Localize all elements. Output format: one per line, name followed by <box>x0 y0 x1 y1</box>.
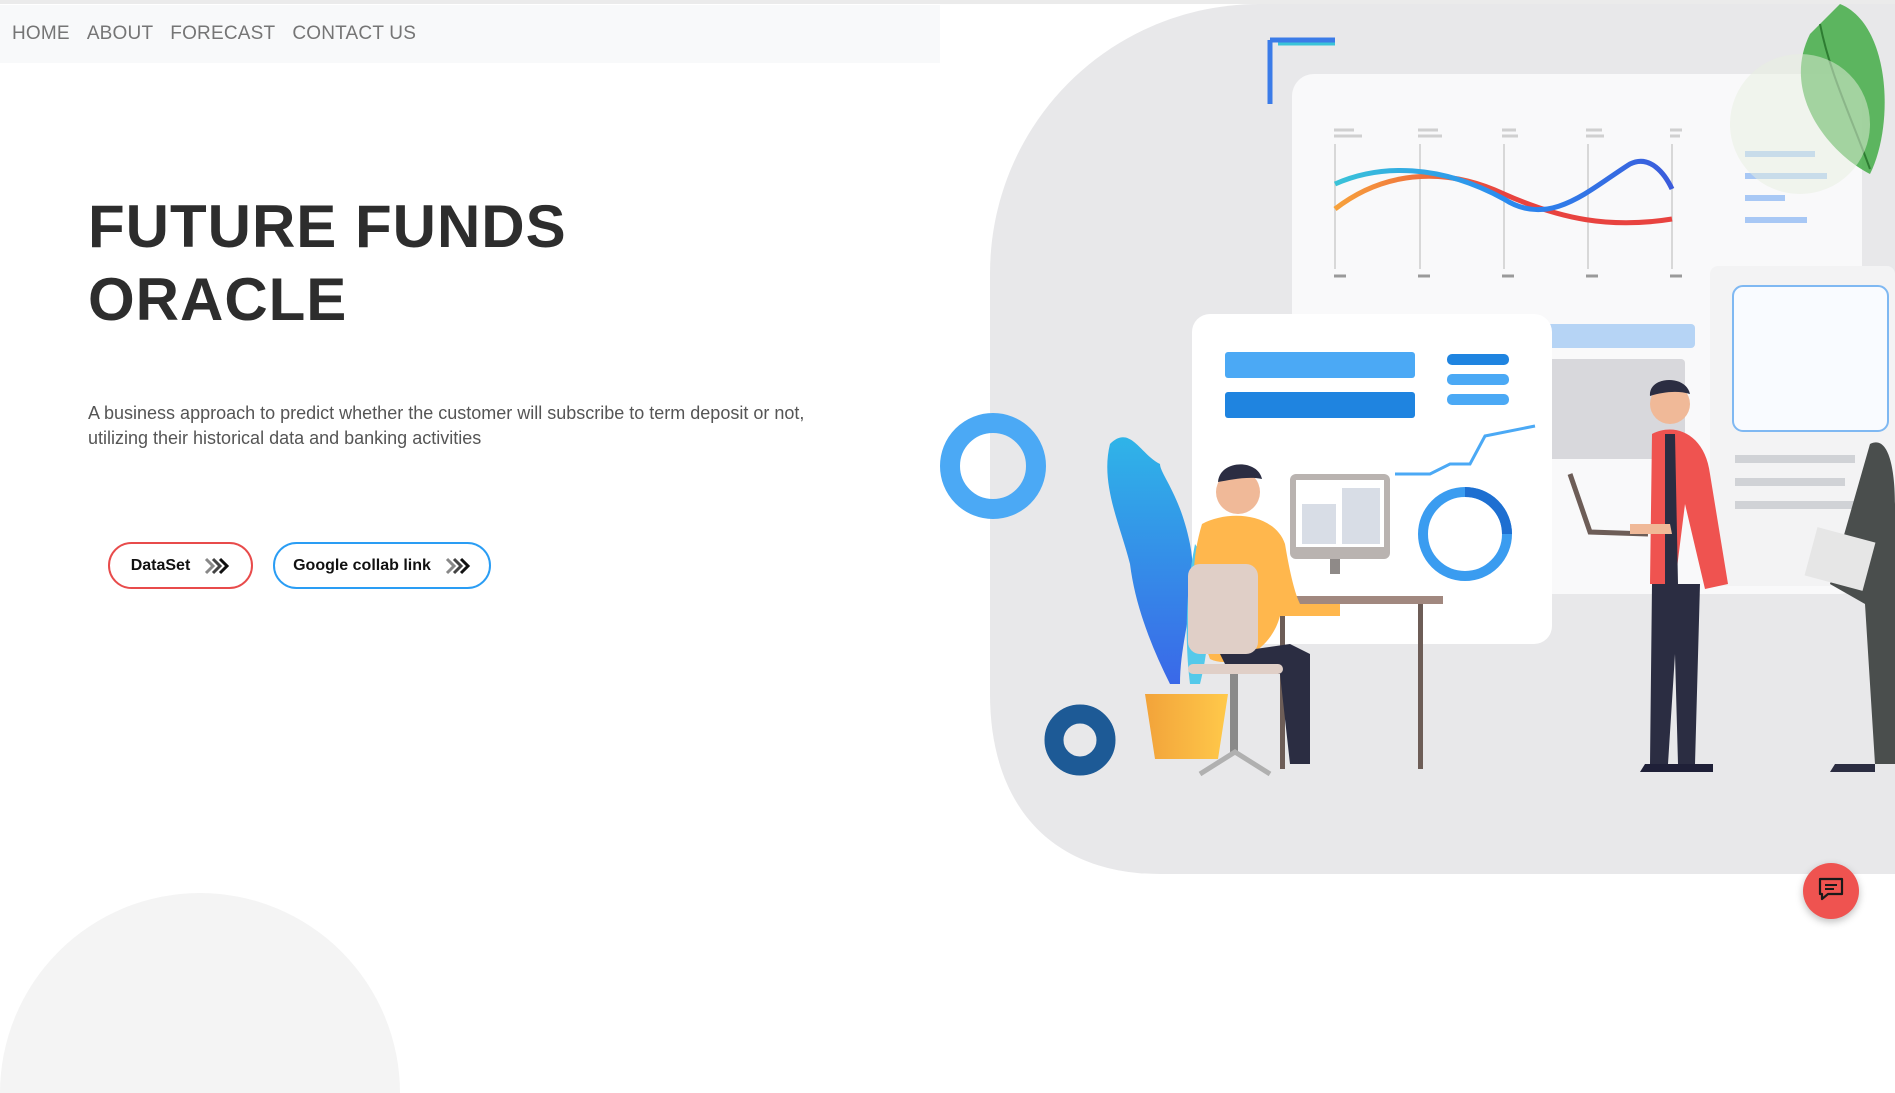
nav-about-link[interactable]: ABOUT <box>87 23 153 45</box>
hero-title-line2: ORACLE <box>88 266 348 333</box>
nav-forecast-link[interactable]: FORECAST <box>170 23 275 45</box>
chat-button[interactable] <box>1803 863 1859 919</box>
hero-description: A business approach to predict whether t… <box>88 403 805 448</box>
double-chevron-right-icon <box>445 557 471 575</box>
google-collab-button[interactable]: Google collab link <box>273 542 491 589</box>
chat-bubble-icon <box>1817 876 1845 907</box>
hero-title-line1: FUTURE FUNDS <box>88 193 567 260</box>
hero-title: FUTURE FUNDS ORACLE <box>88 190 728 336</box>
google-collab-button-label: Google collab link <box>293 556 431 574</box>
double-chevron-right-icon <box>204 557 230 575</box>
nav-contact-link[interactable]: CONTACT US <box>292 23 416 45</box>
decorative-blob <box>0 893 400 1093</box>
dataset-button[interactable]: DataSet <box>108 542 253 589</box>
hero-illustration <box>940 4 1895 874</box>
navbar: HOME ABOUT FORECAST CONTACT US <box>0 5 940 63</box>
nav-home-link[interactable]: HOME <box>12 23 70 45</box>
dataset-button-label: DataSet <box>130 556 191 574</box>
